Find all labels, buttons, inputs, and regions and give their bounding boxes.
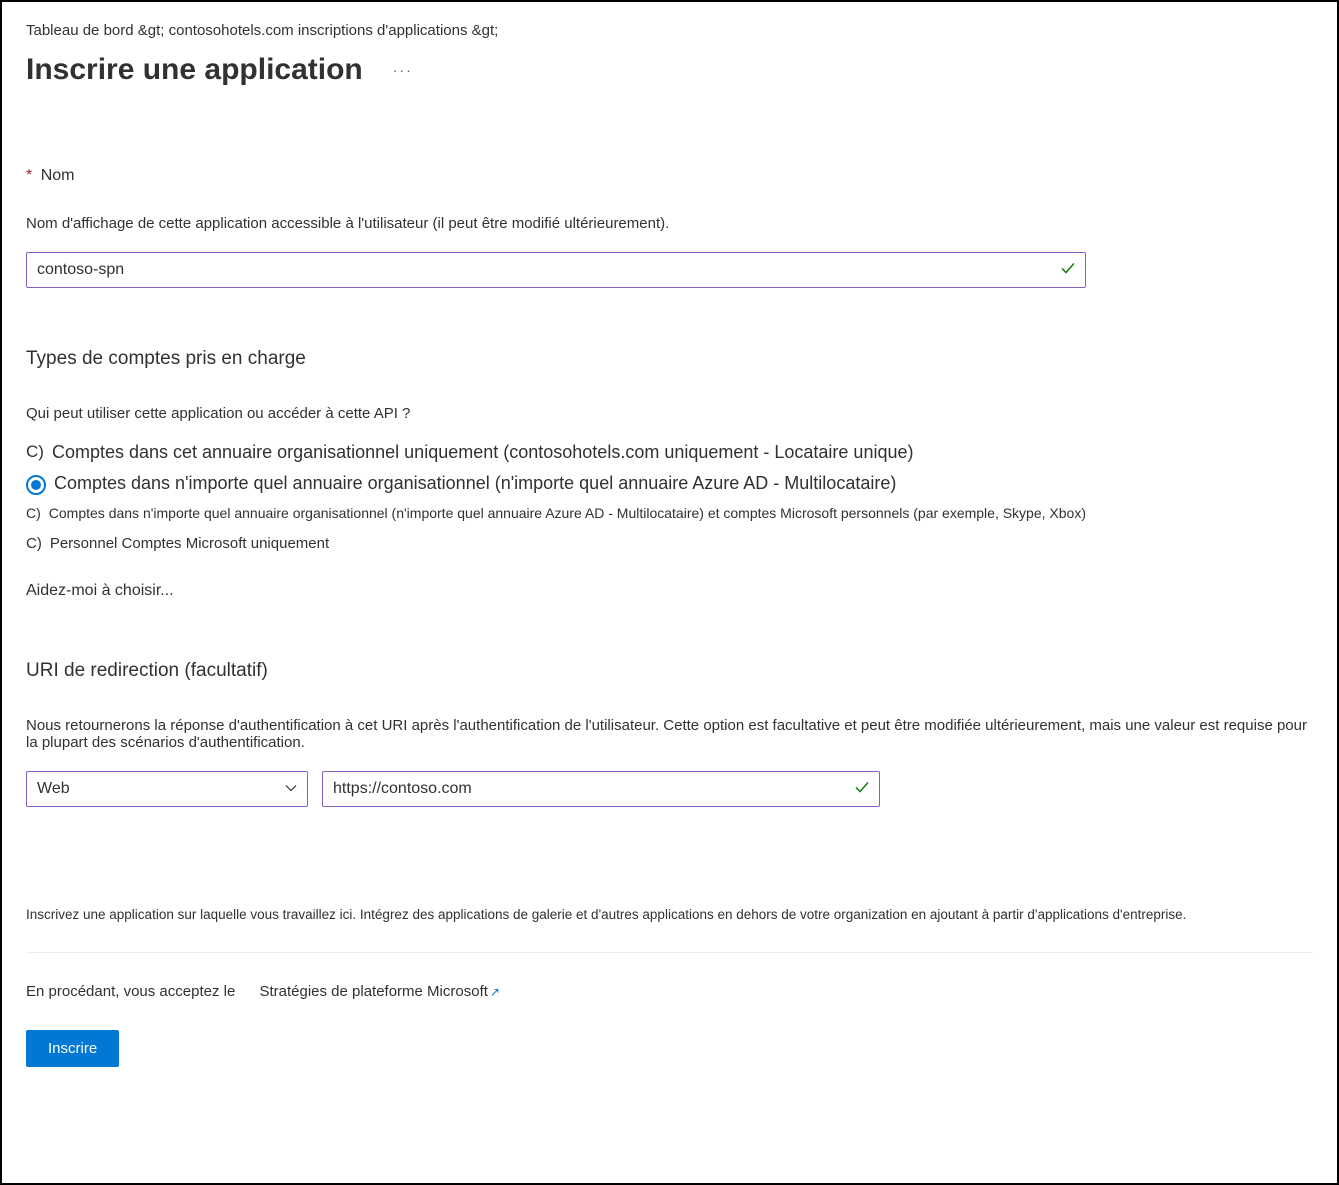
account-types-heading: Types de comptes pris en charge — [26, 348, 1313, 370]
policy-link[interactable]: Stratégies de plateforme Microsoft↗ — [259, 983, 500, 1000]
redirect-uri-input[interactable] — [322, 771, 880, 807]
policy-prefix: En procédant, vous acceptez le — [26, 983, 235, 1000]
register-button[interactable]: Inscrire — [26, 1030, 119, 1067]
redirect-heading: URI de redirection (facultatif) — [26, 660, 1313, 682]
required-star-icon: * — [26, 167, 32, 184]
radio-label-personal[interactable]: Personnel Comptes Microsoft uniquement — [50, 535, 329, 552]
external-link-icon: ↗ — [490, 985, 500, 999]
radio-label-multitenant[interactable]: Comptes dans n'importe quel annuaire org… — [54, 473, 896, 494]
policy-link-text: Stratégies de plateforme Microsoft — [259, 983, 487, 1000]
more-menu-icon[interactable]: ··· — [393, 62, 413, 78]
app-name-input[interactable] — [26, 252, 1086, 288]
help-choose-link[interactable]: Aidez-moi à choisir... — [26, 582, 1313, 600]
option-prefix: C) — [26, 442, 44, 462]
platform-select[interactable]: Web — [26, 771, 308, 807]
page-title: Inscrire une application — [26, 53, 363, 87]
breadcrumb[interactable]: Tableau de bord &gt; contosohotels.com i… — [26, 22, 1313, 39]
enterprise-apps-note: Inscrivez une application sur laquelle v… — [26, 907, 1313, 922]
radio-label-single-tenant[interactable]: Comptes dans cet annuaire organisationne… — [52, 442, 914, 463]
option-prefix: C) — [26, 535, 42, 552]
name-label: * Nom — [26, 167, 1313, 185]
radio-multitenant[interactable] — [26, 475, 46, 495]
name-label-text: Nom — [41, 167, 75, 184]
option-prefix: C) — [26, 505, 41, 521]
name-description: Nom d'affichage de cette application acc… — [26, 215, 1313, 232]
account-types-question: Qui peut utiliser cette application ou a… — [26, 405, 1313, 422]
redirect-description: Nous retournerons la réponse d'authentif… — [26, 717, 1313, 751]
divider — [26, 952, 1313, 953]
radio-label-multitenant-personal[interactable]: Comptes dans n'importe quel annuaire org… — [49, 505, 1086, 521]
